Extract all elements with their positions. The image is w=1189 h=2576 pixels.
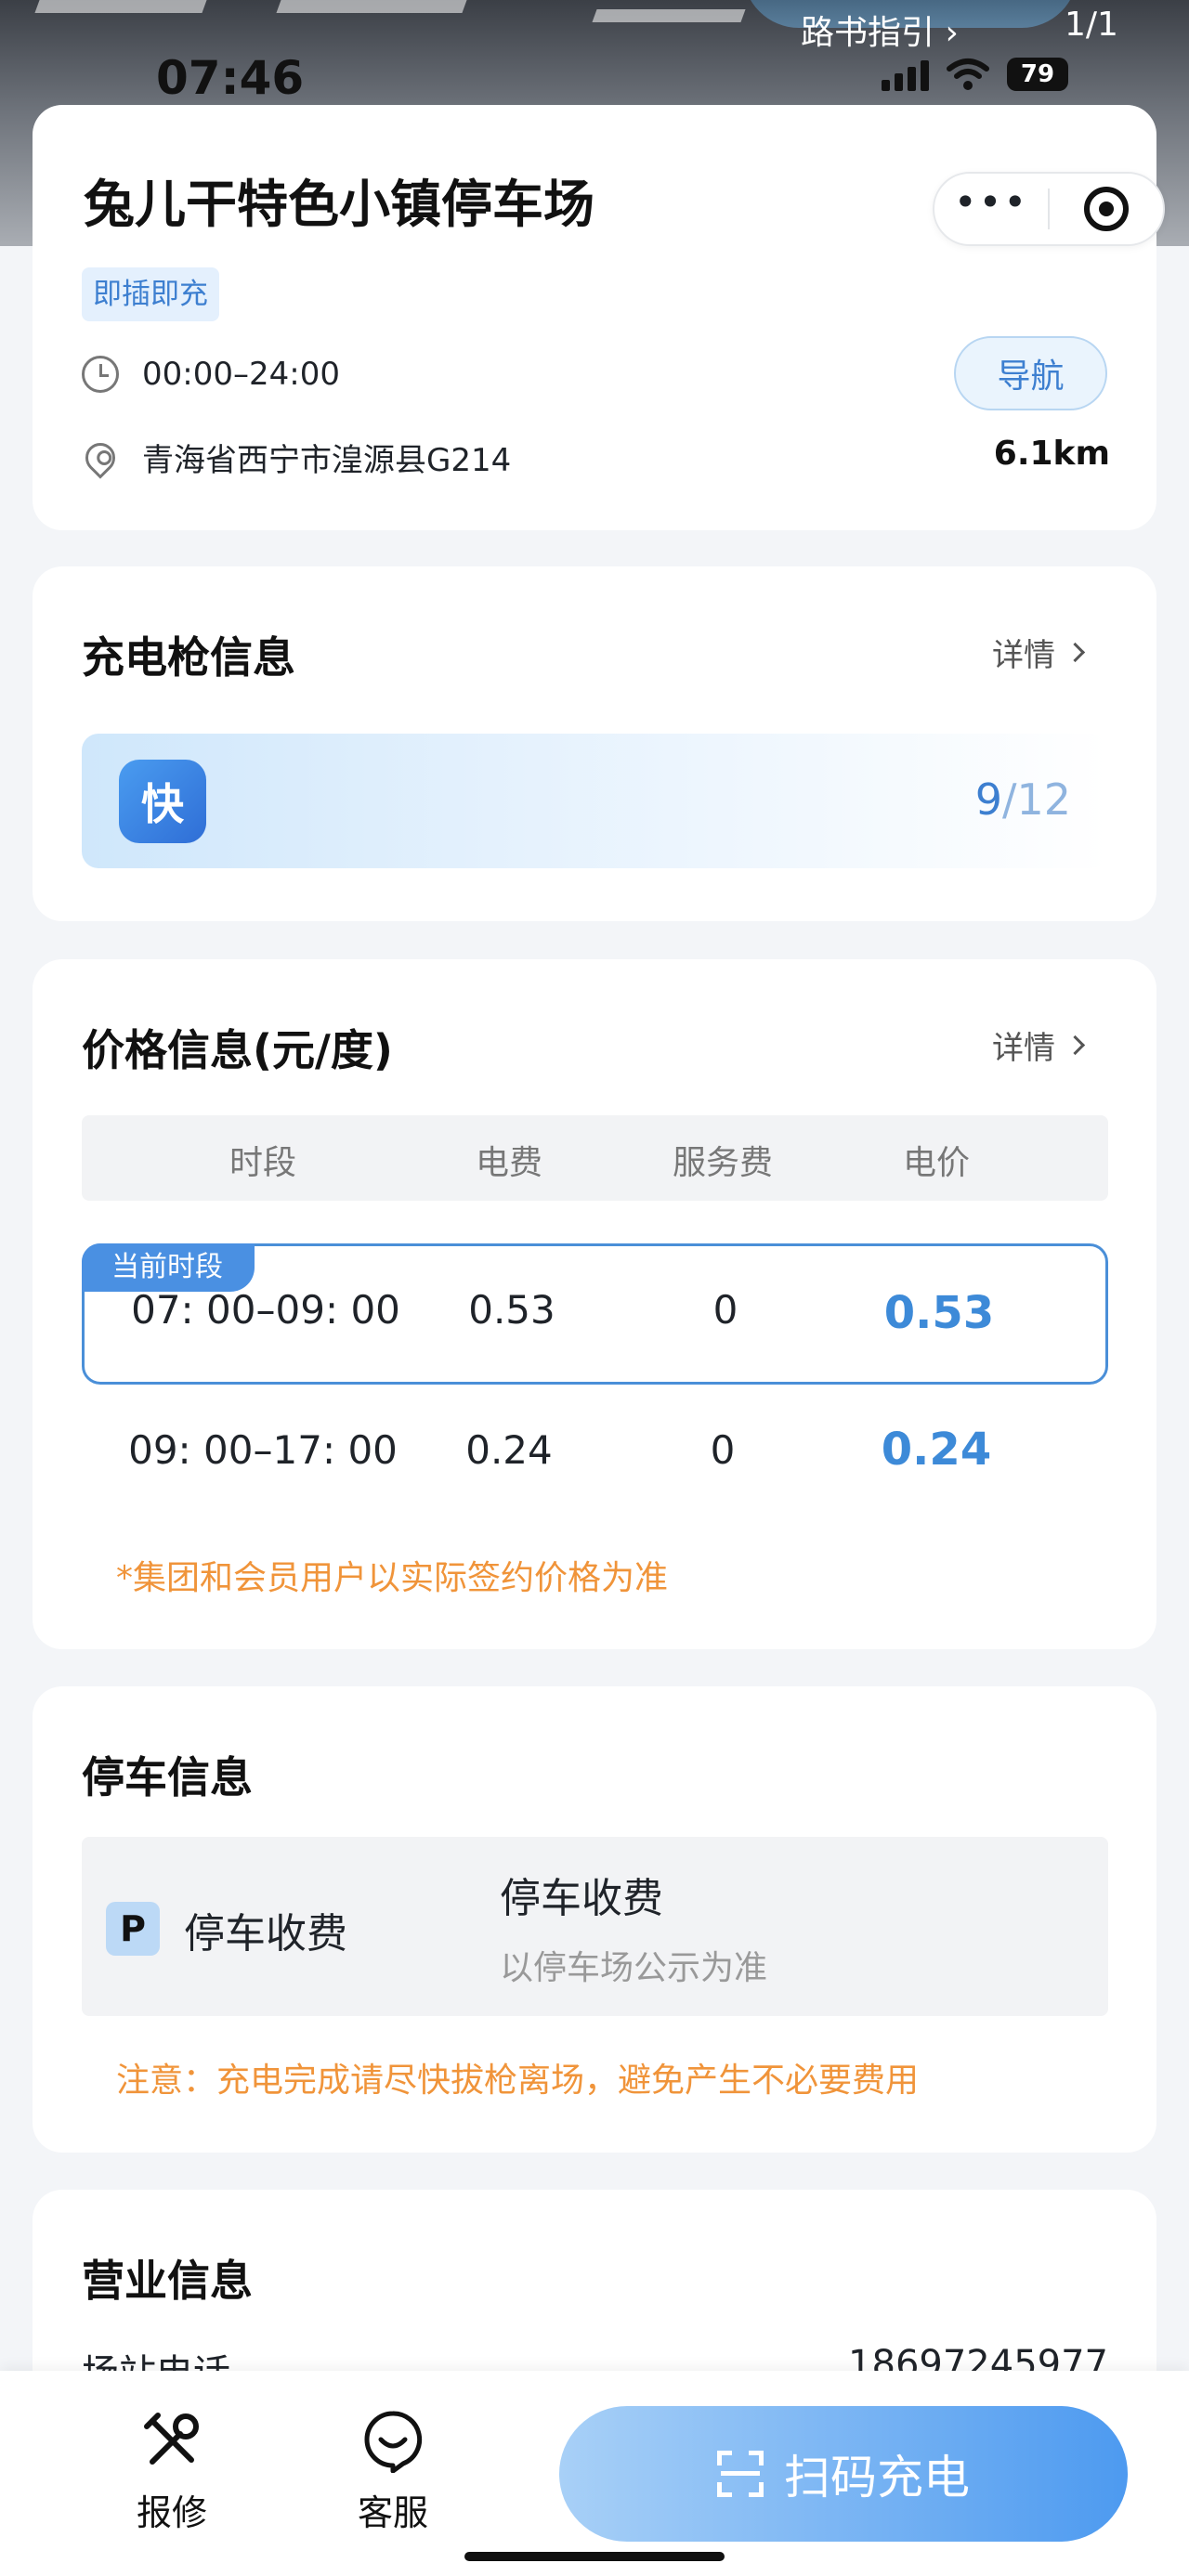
price-row: 09: 00–17: 00 0.24 0 0.24	[82, 1385, 1108, 1526]
unit-price: 0.53	[883, 1287, 995, 1339]
road-marking	[276, 0, 467, 13]
charging-gun-card: 充电枪信息 详情 快 9/12	[33, 566, 1156, 921]
smile-chat-icon	[364, 2411, 423, 2473]
scan-charge-label: 扫码充电	[784, 2451, 970, 2504]
road-marking	[34, 0, 207, 13]
header-electricity: 电费	[475, 1144, 542, 1182]
service-fee: 0	[710, 1427, 736, 1473]
price-card: 价格信息(元/度) 详情 时段 电费 服务费 电价 当前时段 07: 00–09…	[33, 959, 1156, 1649]
target-icon	[1084, 187, 1129, 231]
parking-fee-box: P 停车收费 停车收费 以停车场公示为准	[82, 1837, 1108, 2016]
location-pin-icon	[79, 436, 122, 479]
mini-program-capsule: •••	[933, 172, 1165, 246]
road-marking	[592, 9, 746, 22]
opening-hours: 00:00–24:00	[142, 356, 340, 393]
battery-icon: 79	[1007, 58, 1068, 91]
period: 09: 00–17: 00	[128, 1427, 398, 1473]
gun-availability: 9/12	[975, 774, 1071, 825]
parking-fee-title: 停车收费	[500, 1875, 663, 1922]
section-title: 价格信息(元/度)	[82, 1025, 393, 1075]
service-fee: 0	[712, 1287, 738, 1333]
more-dots-icon[interactable]: •••	[934, 183, 1048, 222]
chevron-right-icon: ›	[945, 14, 959, 52]
fast-charger-bar[interactable]: 快 9/12	[82, 734, 1108, 868]
repair-button[interactable]: 报修	[102, 2408, 242, 2535]
price-table-header: 时段 电费 服务费 电价	[82, 1115, 1108, 1201]
gun-detail-link[interactable]: 详情	[992, 630, 1086, 675]
route-guide-label: 路书指引	[801, 14, 946, 52]
scan-charge-button[interactable]: 扫码充电	[559, 2406, 1128, 2542]
total-count: /12	[1001, 774, 1071, 825]
electricity-fee: 0.53	[468, 1287, 555, 1333]
plug-and-charge-tag: 即插即充	[82, 267, 219, 321]
station-name: 兔儿干特色小镇停车场	[84, 175, 595, 234]
unit-price: 0.24	[881, 1424, 992, 1476]
status-icons: 79	[882, 58, 1068, 91]
customer-service-button[interactable]: 客服	[323, 2408, 463, 2535]
station-detail-page: 路书指引 › 1/1 07:46 79 兔儿干特色小镇停车场 即插即充 00:0…	[0, 0, 1189, 2576]
detail-label: 详情	[992, 1030, 1055, 1067]
bottom-action-bar: 报修 客服 扫码充电	[0, 2371, 1189, 2576]
period: 07: 00–09: 00	[131, 1287, 400, 1333]
parking-card: 停车信息 P 停车收费 停车收费 以停车场公示为准 注意：充电完成请尽快拔枪离场…	[33, 1686, 1156, 2153]
header-service: 服务费	[672, 1144, 773, 1182]
header-period: 时段	[229, 1144, 296, 1182]
header-price: 电价	[902, 1144, 970, 1182]
route-guide-link[interactable]: 路书指引 ›	[801, 6, 959, 54]
available-count: 9	[974, 774, 1002, 825]
status-time: 07:46	[156, 51, 305, 105]
page-indicator: 1/1	[1065, 6, 1118, 44]
price-note: *集团和会员用户以实际签约价格为准	[116, 1559, 669, 1597]
station-card: 兔儿干特色小镇停车场 即插即充 00:00–24:00 青海省西宁市湟源县G21…	[33, 105, 1156, 530]
price-row-current: 当前时段 07: 00–09: 00 0.53 0 0.53	[82, 1243, 1108, 1385]
section-title: 营业信息	[82, 2256, 253, 2306]
repair-label: 报修	[136, 2492, 207, 2533]
navigate-button[interactable]: 导航	[954, 336, 1107, 410]
section-title: 停车信息	[82, 1752, 253, 1802]
clock-icon	[82, 356, 119, 393]
home-indicator	[464, 2552, 725, 2561]
hours-row: 00:00–24:00	[82, 356, 340, 393]
wrench-icon	[144, 2413, 199, 2465]
signal-icon	[882, 59, 929, 91]
parking-fee-desc: 以停车场公示为准	[500, 1949, 768, 1987]
service-label: 客服	[357, 2492, 428, 2533]
electricity-fee: 0.24	[465, 1427, 553, 1473]
fast-charge-icon: 快	[119, 760, 206, 843]
current-period-badge: 当前时段	[82, 1243, 255, 1292]
wifi-icon	[947, 59, 989, 90]
detail-label: 详情	[992, 637, 1055, 674]
parking-icon: P	[106, 1902, 160, 1956]
close-mini-program-button[interactable]	[1050, 187, 1163, 231]
distance: 6.1km	[993, 435, 1110, 473]
station-address: 青海省西宁市湟源县G214	[142, 442, 512, 479]
parking-type: 停车收费	[184, 1910, 347, 1958]
parking-note: 注意：充电完成请尽快拔枪离场，避免产生不必要费用	[116, 2062, 920, 2100]
chevron-right-icon	[1065, 1034, 1086, 1056]
chevron-right-icon	[1065, 642, 1086, 663]
section-title: 充电枪信息	[82, 632, 295, 683]
price-detail-link[interactable]: 详情	[992, 1022, 1086, 1068]
address-row: 青海省西宁市湟源县G214	[79, 435, 512, 480]
scan-icon	[717, 2451, 764, 2497]
